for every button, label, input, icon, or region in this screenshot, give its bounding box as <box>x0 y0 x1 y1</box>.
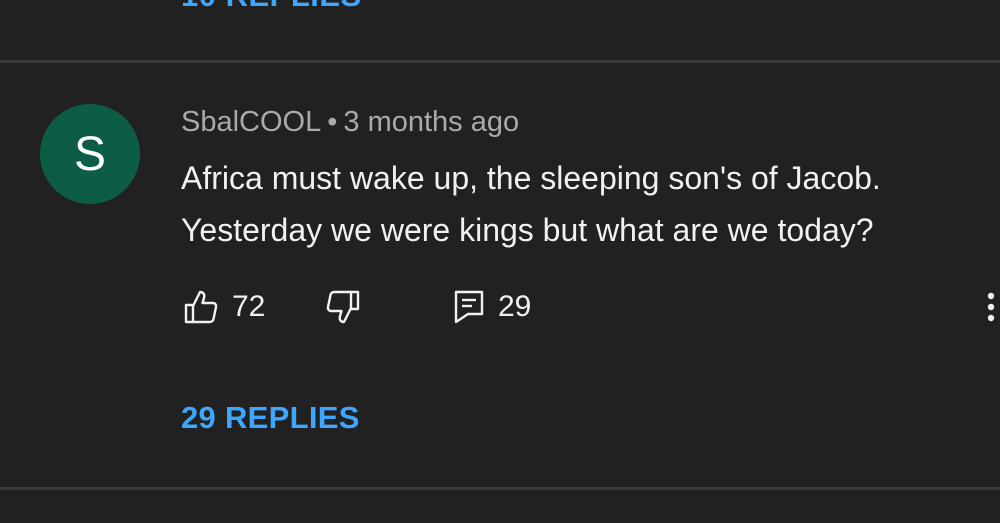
comment-divider-bottom <box>0 487 1000 490</box>
thumbs-up-icon <box>184 289 218 325</box>
like-count: 72 <box>232 290 266 323</box>
comment-body: Africa must wake up, the sleeping son's … <box>181 152 981 256</box>
previous-comment-replies-link[interactable]: 10 REPLIES <box>181 0 362 14</box>
comment-meta: SbalCOOL • 3 months ago <box>181 106 519 139</box>
comment-timestamp[interactable]: 3 months ago <box>343 106 519 138</box>
comment-text-line: Africa must wake up, the sleeping son's … <box>181 160 881 196</box>
more-vertical-icon <box>986 289 996 325</box>
comment-reply-icon <box>454 289 484 325</box>
comment-divider-top <box>0 60 1000 63</box>
comment-actions: 72 29 <box>0 285 1000 329</box>
thumbs-down-icon <box>326 289 360 325</box>
more-options-button[interactable] <box>986 285 996 329</box>
avatar[interactable]: S <box>40 104 140 204</box>
view-replies-link[interactable]: 29 REPLIES <box>181 400 360 436</box>
comments-page: 10 REPLIES S SbalCOOL•3 months ago Afric… <box>0 0 1000 523</box>
reply-button[interactable]: 29 <box>454 285 531 329</box>
reply-count: 29 <box>498 290 532 323</box>
like-button[interactable]: 72 <box>184 285 265 329</box>
meta-separator: • <box>327 106 338 138</box>
comment-text-line: Yesterday we were kings but what are we … <box>181 212 874 248</box>
avatar-letter: S <box>73 127 106 181</box>
dislike-button[interactable] <box>326 285 360 329</box>
author-name[interactable]: SbalCOOL <box>181 106 321 138</box>
